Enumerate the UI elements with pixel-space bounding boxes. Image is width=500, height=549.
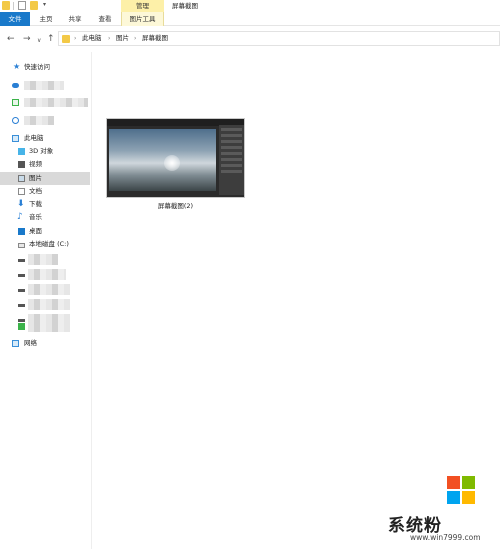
drive-icon: [18, 289, 25, 292]
windows-logo-icon: [447, 476, 475, 504]
redacted-label: [24, 116, 54, 125]
star-icon: ★: [13, 62, 21, 71]
sidebar-item-music[interactable]: ♪ 音乐: [0, 211, 90, 224]
sidebar-item-drive[interactable]: [0, 253, 90, 266]
app-icon: [12, 99, 19, 106]
sidebar-item-pictures[interactable]: 图片: [0, 172, 90, 185]
sidebar-item-network[interactable]: 网络: [0, 337, 90, 350]
film-icon: [18, 161, 25, 168]
tab-share[interactable]: 共享: [65, 12, 85, 26]
tab-manage[interactable]: 管理: [121, 0, 164, 12]
computer-icon: [12, 135, 19, 142]
folder-icon[interactable]: [2, 1, 10, 10]
sidebar-item-label: 图片: [29, 174, 42, 182]
download-icon: ⬇: [17, 199, 25, 209]
folder-icon: [62, 35, 70, 43]
sidebar-item-label: 快速访问: [24, 63, 50, 71]
breadcrumb-separator: ›: [74, 35, 77, 42]
sidebar-item-label: 音乐: [29, 213, 42, 221]
sidebar-item-desktop[interactable]: 桌面: [0, 225, 90, 238]
document-icon: [18, 188, 25, 195]
redacted-label: [28, 284, 70, 295]
sidebar-item-downloads[interactable]: ⬇ 下载: [0, 198, 90, 211]
divider: [13, 2, 14, 10]
ribbon-tabs: 文件 主页 共享 查看 图片工具: [0, 12, 500, 26]
sidebar-item-label: 下载: [29, 200, 42, 208]
back-arrow-icon[interactable]: ←: [7, 33, 15, 45]
sidebar-item-label: 此电脑: [24, 134, 44, 142]
window-title: 屏幕截图: [172, 2, 198, 10]
redacted-label: [28, 299, 70, 310]
title-bar: ▾ 管理 屏幕截图: [0, 0, 500, 12]
properties-icon[interactable]: [18, 1, 26, 10]
cube-icon: [18, 148, 25, 155]
sidebar-item-videos[interactable]: 视频: [0, 158, 90, 171]
sidebar-item-this-pc[interactable]: 此电脑: [0, 132, 90, 145]
breadcrumb-separator: ›: [134, 35, 137, 42]
new-folder-icon[interactable]: [30, 1, 38, 10]
sidebar-item-drive[interactable]: [0, 283, 90, 296]
sidebar-item-drive[interactable]: [0, 268, 90, 281]
sidebar-item-drive[interactable]: [0, 320, 90, 333]
sidebar-item-label: 网络: [24, 339, 37, 347]
breadcrumb-separator: ›: [108, 35, 111, 42]
navigation-bar: ← → ∨ ↑ › 此电脑 › 图片 › 屏幕截图: [0, 27, 500, 51]
sidebar-item-quick-access[interactable]: ★ 快速访问: [0, 61, 90, 74]
picture-icon: [18, 175, 25, 182]
tab-picture-tools[interactable]: 图片工具: [121, 12, 164, 26]
tab-home[interactable]: 主页: [36, 12, 56, 26]
redacted-label: [24, 98, 88, 107]
drive-icon: [18, 243, 25, 248]
redacted-label: [24, 81, 64, 90]
thumbnail-panel: [219, 125, 244, 195]
recent-locations-icon[interactable]: ∨: [37, 35, 41, 47]
forward-arrow-icon[interactable]: →: [23, 33, 31, 45]
navigation-pane: ★ 快速访问 此电脑 3D 对象 视频 图片 文档 ⬇ 下载 ♪ 音乐 桌面 本…: [0, 52, 92, 549]
redacted-label: [28, 321, 70, 332]
sidebar-item-documents[interactable]: 文档: [0, 185, 90, 198]
drive-icon: [18, 259, 25, 262]
sidebar-item-label: 本地磁盘 (C:): [29, 240, 69, 248]
tab-view[interactable]: 查看: [95, 12, 115, 26]
sidebar-item-cloud[interactable]: [0, 114, 90, 127]
sidebar-item-drive[interactable]: [0, 298, 90, 311]
sidebar-item-label: 视频: [29, 160, 42, 168]
desktop-icon: [18, 228, 25, 235]
network-icon: [12, 340, 19, 347]
sidebar-item-label: 桌面: [29, 227, 42, 235]
drive-icon: [18, 274, 25, 277]
sidebar-item-label: 3D 对象: [29, 147, 54, 155]
thumbnail-sun: [164, 155, 180, 171]
file-thumbnail[interactable]: [106, 118, 245, 198]
cloud-icon: [12, 83, 19, 88]
up-arrow-icon[interactable]: ↑: [47, 33, 55, 45]
redacted-label: [28, 254, 58, 265]
breadcrumb-this-pc[interactable]: 此电脑: [82, 32, 102, 45]
file-list[interactable]: 屏幕截图(2): [93, 52, 500, 549]
redacted-label: [28, 269, 66, 280]
sidebar-item-redacted[interactable]: [0, 96, 90, 109]
sidebar-item-onedrive[interactable]: [0, 79, 90, 92]
thumbnail-image: [109, 129, 216, 191]
breadcrumb-pictures[interactable]: 图片: [116, 32, 129, 45]
sidebar-item-label: 文档: [29, 187, 42, 195]
file-name[interactable]: 屏幕截图(2): [106, 200, 245, 210]
drive-icon: [18, 323, 25, 330]
breadcrumb-screenshots[interactable]: 屏幕截图: [142, 32, 168, 45]
watermark-url: www.win7999.com: [410, 533, 481, 542]
customize-toolbar-dropdown[interactable]: ▾: [43, 1, 46, 8]
sidebar-item-local-disk[interactable]: 本地磁盘 (C:): [0, 238, 90, 251]
cloud-drive-icon: [12, 117, 19, 124]
tab-file[interactable]: 文件: [0, 12, 30, 26]
sidebar-item-3d-objects[interactable]: 3D 对象: [0, 145, 90, 158]
address-bar[interactable]: › 此电脑 › 图片 › 屏幕截图: [58, 31, 500, 46]
drive-icon: [18, 304, 25, 307]
music-note-icon: ♪: [17, 212, 23, 222]
